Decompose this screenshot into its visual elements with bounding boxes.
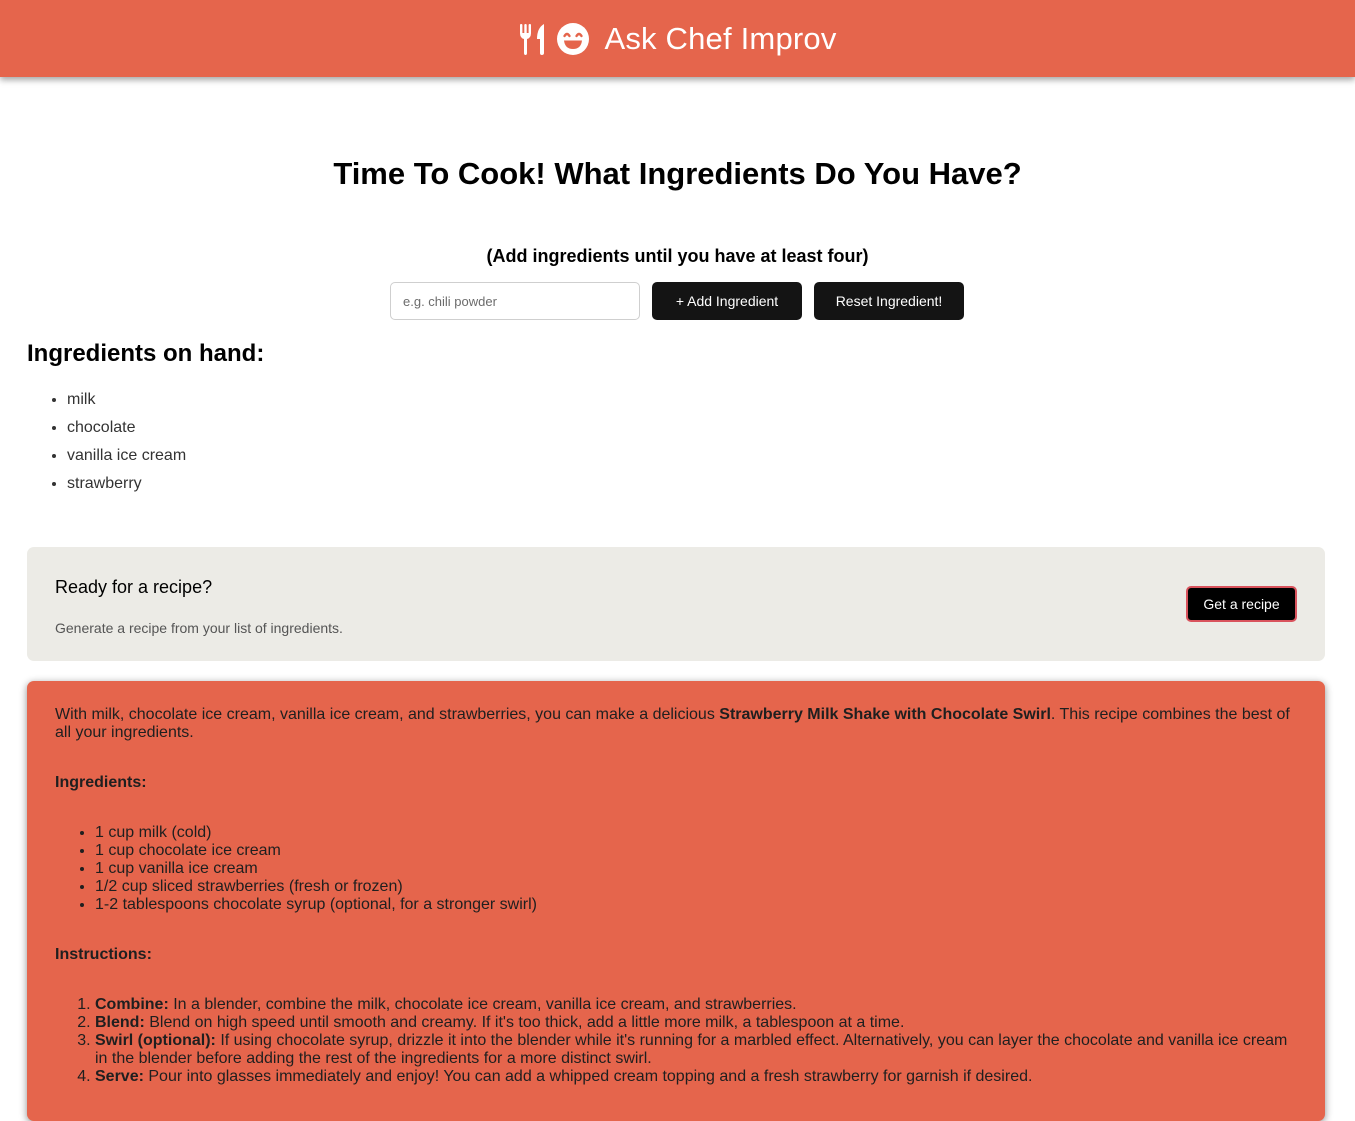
ingredients-on-hand-heading: Ingredients on hand:	[27, 340, 265, 367]
grinning-face-icon	[556, 22, 590, 56]
recipe-step-text: If using chocolate syrup, drizzle it int…	[95, 1032, 1288, 1067]
recipe-ingredients-label: Ingredients:	[55, 774, 147, 791]
utensils-icon	[518, 22, 548, 56]
recipe-ingredient-item: 1 cup milk (cold)	[95, 824, 1297, 842]
add-ingredient-form: + Add Ingredient Reset Ingredient!	[390, 282, 964, 320]
recipe-card-description: Generate a recipe from your list of ingr…	[55, 620, 343, 636]
recipe-ingredient-item: 1-2 tablespoons chocolate syrup (optiona…	[95, 896, 1297, 914]
recipe-instructions-list: Combine: In a blender, combine the milk,…	[95, 996, 1297, 1086]
recipe-card-title: Ready for a recipe?	[55, 577, 213, 597]
ingredient-input[interactable]	[390, 282, 640, 320]
recipe-step: Swirl (optional): If using chocolate syr…	[95, 1032, 1297, 1068]
recipe-step-text: Pour into glasses immediately and enjoy!…	[143, 1068, 1033, 1085]
ingredient-item: strawberry	[67, 474, 186, 502]
page-subtitle: (Add ingredients until you have at least…	[486, 246, 869, 266]
app-title: Ask Chef Improv	[604, 20, 837, 56]
ingredients-on-hand-list: milk chocolate vanilla ice cream strawbe…	[67, 390, 186, 502]
get-recipe-card: Ready for a recipe? Generate a recipe fr…	[27, 547, 1325, 661]
recipe-ingredient-item: 1 cup vanilla ice cream	[95, 860, 1297, 878]
add-ingredient-button[interactable]: + Add Ingredient	[652, 282, 802, 320]
ingredient-item: milk	[67, 390, 186, 418]
recipe-step-label: Serve:	[95, 1068, 144, 1085]
recipe-ingredient-item: 1/2 cup sliced strawberries (fresh or fr…	[95, 878, 1297, 896]
recipe-step-text: Blend on high speed until smooth and cre…	[144, 1014, 905, 1031]
recipe-name: Strawberry Milk Shake with Chocolate Swi…	[719, 706, 1051, 723]
recipe-step-label: Combine:	[95, 996, 169, 1013]
reset-ingredient-button[interactable]: Reset Ingredient!	[814, 282, 964, 320]
recipe-ingredients-list: 1 cup milk (cold) 1 cup chocolate ice cr…	[95, 824, 1297, 914]
recipe-intro-start: With milk, chocolate ice cream, vanilla …	[55, 706, 720, 723]
recipe-step-label: Swirl (optional):	[95, 1032, 216, 1049]
recipe-output: With milk, chocolate ice cream, vanilla …	[27, 681, 1325, 1121]
get-recipe-button[interactable]: Get a recipe	[1186, 586, 1297, 622]
recipe-ingredient-item: 1 cup chocolate ice cream	[95, 842, 1297, 860]
recipe-step: Serve: Pour into glasses immediately and…	[95, 1068, 1297, 1086]
page-title: Time To Cook! What Ingredients Do You Ha…	[333, 156, 1022, 191]
recipe-step-label: Blend:	[95, 1014, 145, 1031]
app-header: Ask Chef Improv	[0, 0, 1355, 77]
recipe-step-text: In a blender, combine the milk, chocolat…	[168, 996, 797, 1013]
recipe-instructions-label: Instructions:	[55, 946, 152, 963]
ingredient-item: chocolate	[67, 418, 186, 446]
recipe-intro: With milk, chocolate ice cream, vanilla …	[55, 706, 1297, 742]
recipe-step: Combine: In a blender, combine the milk,…	[95, 996, 1297, 1014]
recipe-step: Blend: Blend on high speed until smooth …	[95, 1014, 1297, 1032]
header-brand: Ask Chef Improv	[518, 21, 836, 57]
ingredient-item: vanilla ice cream	[67, 446, 186, 474]
